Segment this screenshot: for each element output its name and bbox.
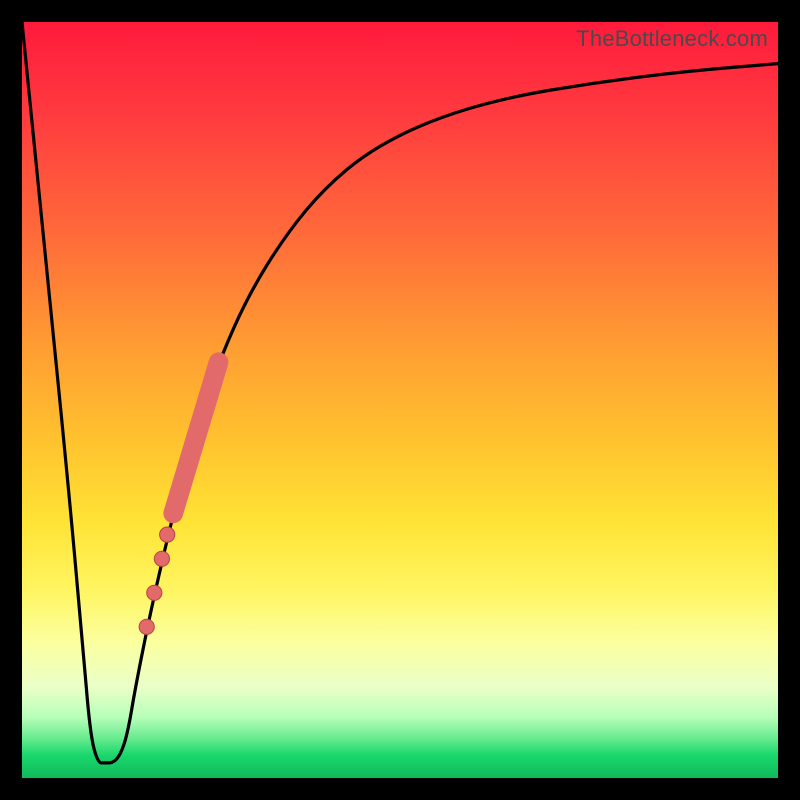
plot-area: TheBottleneck.com [22, 22, 778, 778]
highlight-dot [160, 527, 175, 542]
chart-frame: TheBottleneck.com [0, 0, 800, 800]
highlight-dot [139, 619, 154, 634]
bottleneck-curve [22, 22, 778, 763]
chart-svg [22, 22, 778, 778]
marker-layer [139, 362, 219, 634]
highlight-segment [173, 362, 218, 513]
highlight-dot [154, 551, 169, 566]
highlight-dot [147, 585, 162, 600]
